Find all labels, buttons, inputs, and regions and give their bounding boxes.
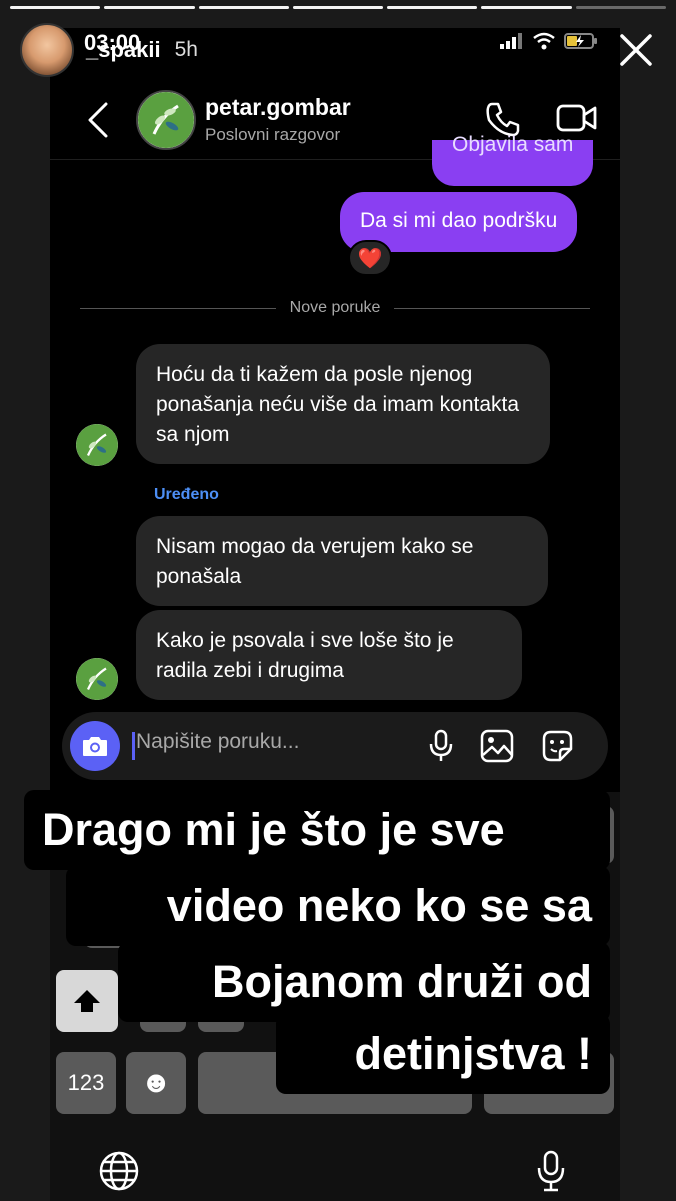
- sticker-icon[interactable]: [540, 729, 574, 763]
- emoji-icon: ☻: [140, 1066, 172, 1099]
- message-bubble-incoming[interactable]: Kako je psovala i sve loše što je radila…: [136, 610, 522, 700]
- story-time: 5h: [174, 38, 198, 61]
- story-username[interactable]: _spakii: [86, 37, 161, 63]
- caption-line: Drago mi je što je sve: [24, 790, 610, 870]
- leaf-logo-icon: [138, 92, 194, 148]
- edited-label: Uređeno: [154, 486, 219, 503]
- sender-avatar[interactable]: [76, 658, 118, 700]
- progress-segment: [387, 6, 478, 9]
- sender-avatar[interactable]: [76, 424, 118, 466]
- story-avatar[interactable]: [20, 23, 74, 77]
- progress-segment: [104, 6, 195, 9]
- progress-segment: [292, 6, 384, 9]
- back-icon[interactable]: [86, 102, 110, 138]
- close-icon[interactable]: [616, 30, 656, 70]
- divider-label: Nove poruke: [289, 299, 381, 316]
- contact-avatar[interactable]: [136, 90, 196, 150]
- message-text: Hoću da ti kažem da posle njenog ponašan…: [156, 363, 520, 446]
- message-bubble-outgoing[interactable]: Objavila sam: [432, 134, 594, 186]
- message-text: Objavila sam: [452, 133, 574, 156]
- microphone-icon[interactable]: [426, 729, 456, 763]
- progress-segment: [575, 6, 666, 9]
- message-input[interactable]: [136, 730, 416, 754]
- contact-subtitle: Poslovni razgovor: [205, 125, 341, 144]
- video-call-icon[interactable]: [556, 100, 598, 136]
- camera-icon: [83, 737, 107, 756]
- story-progress-bar: [10, 6, 666, 9]
- caption-line: Bojanom druži od: [118, 942, 610, 1022]
- leaf-logo-icon: [76, 424, 118, 466]
- image-icon[interactable]: [480, 729, 514, 763]
- progress-segment: [10, 6, 101, 9]
- shift-icon: [74, 990, 100, 1012]
- camera-button[interactable]: [70, 721, 120, 771]
- heart-reaction[interactable]: ❤️: [348, 240, 392, 276]
- numbers-key-label: 123: [67, 1070, 105, 1095]
- key[interactable]: 123: [56, 1052, 116, 1114]
- globe-icon[interactable]: [98, 1150, 140, 1192]
- emoji-key[interactable]: ☻: [126, 1052, 186, 1114]
- message-composer: [62, 712, 608, 780]
- new-messages-divider: Nove poruke: [80, 298, 590, 318]
- dictation-icon[interactable]: [534, 1150, 568, 1194]
- caption-line: detinjstva !: [276, 1014, 610, 1094]
- heart-icon: ❤️: [357, 247, 383, 270]
- caption-line: video neko ko se sa: [66, 866, 610, 946]
- progress-segment: [481, 6, 572, 9]
- story-header: _spakii 5h: [20, 22, 656, 78]
- message-text: Kako je psovala i sve loše što je radila…: [156, 629, 454, 682]
- leaf-logo-icon: [76, 658, 118, 700]
- shift-key[interactable]: [56, 970, 118, 1032]
- message-text: Nisam mogao da verujem kako se ponašala: [156, 535, 474, 588]
- progress-segment: [198, 6, 289, 9]
- contact-name[interactable]: petar.gombar: [205, 94, 351, 121]
- message-bubble-incoming[interactable]: Nisam mogao da verujem kako se ponašala: [136, 516, 548, 606]
- message-text: Da si mi dao podršku: [360, 209, 558, 232]
- text-caret: [132, 732, 135, 760]
- message-bubble-incoming[interactable]: Hoću da ti kažem da posle njenog ponašan…: [136, 344, 550, 464]
